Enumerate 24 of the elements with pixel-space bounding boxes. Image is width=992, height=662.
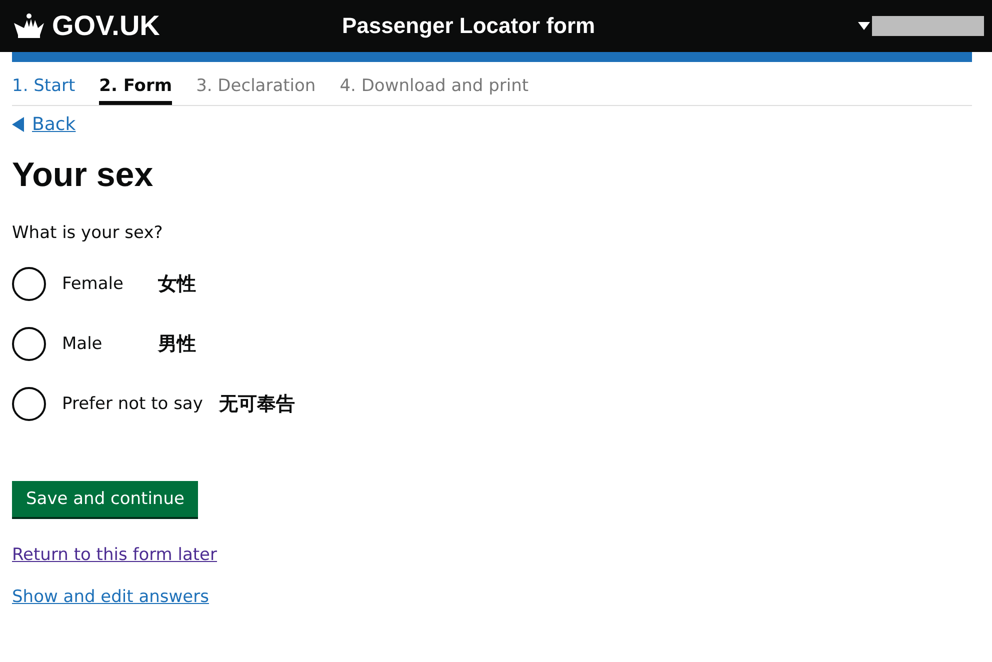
crown-icon bbox=[12, 13, 46, 39]
radio-button[interactable] bbox=[12, 387, 46, 421]
page-heading: Your sex bbox=[12, 156, 154, 195]
text-link[interactable]: Show and edit answers bbox=[12, 587, 209, 607]
question-text: What is your sex? bbox=[12, 223, 164, 243]
option-label[interactable]: Female bbox=[62, 274, 142, 294]
radio-button[interactable] bbox=[12, 267, 46, 301]
back-link[interactable]: Back bbox=[12, 114, 76, 135]
step-tab[interactable]: 2. Form bbox=[99, 76, 172, 105]
chinese-note: 女性 bbox=[158, 272, 196, 297]
option-label[interactable]: Male bbox=[62, 334, 142, 354]
radio-button[interactable] bbox=[12, 327, 46, 361]
service-title: Passenger Locator form bbox=[342, 13, 596, 39]
step-tab[interactable]: 4. Download and print bbox=[340, 76, 529, 105]
logo-text[interactable]: GOV.UK bbox=[52, 10, 160, 42]
text-link[interactable]: Return to this form later bbox=[12, 545, 218, 565]
step-tab[interactable]: 1. Start bbox=[12, 76, 76, 105]
back-arrow-icon bbox=[12, 117, 24, 132]
step-tab[interactable]: 3. Declaration bbox=[196, 76, 316, 105]
chinese-note: 无可奉告 bbox=[218, 392, 295, 417]
save-button[interactable]: Save and continue bbox=[12, 481, 198, 517]
option-label[interactable]: Prefer not to say bbox=[62, 394, 203, 414]
caret-icon[interactable] bbox=[858, 22, 870, 30]
chinese-note: 男性 bbox=[158, 332, 196, 357]
